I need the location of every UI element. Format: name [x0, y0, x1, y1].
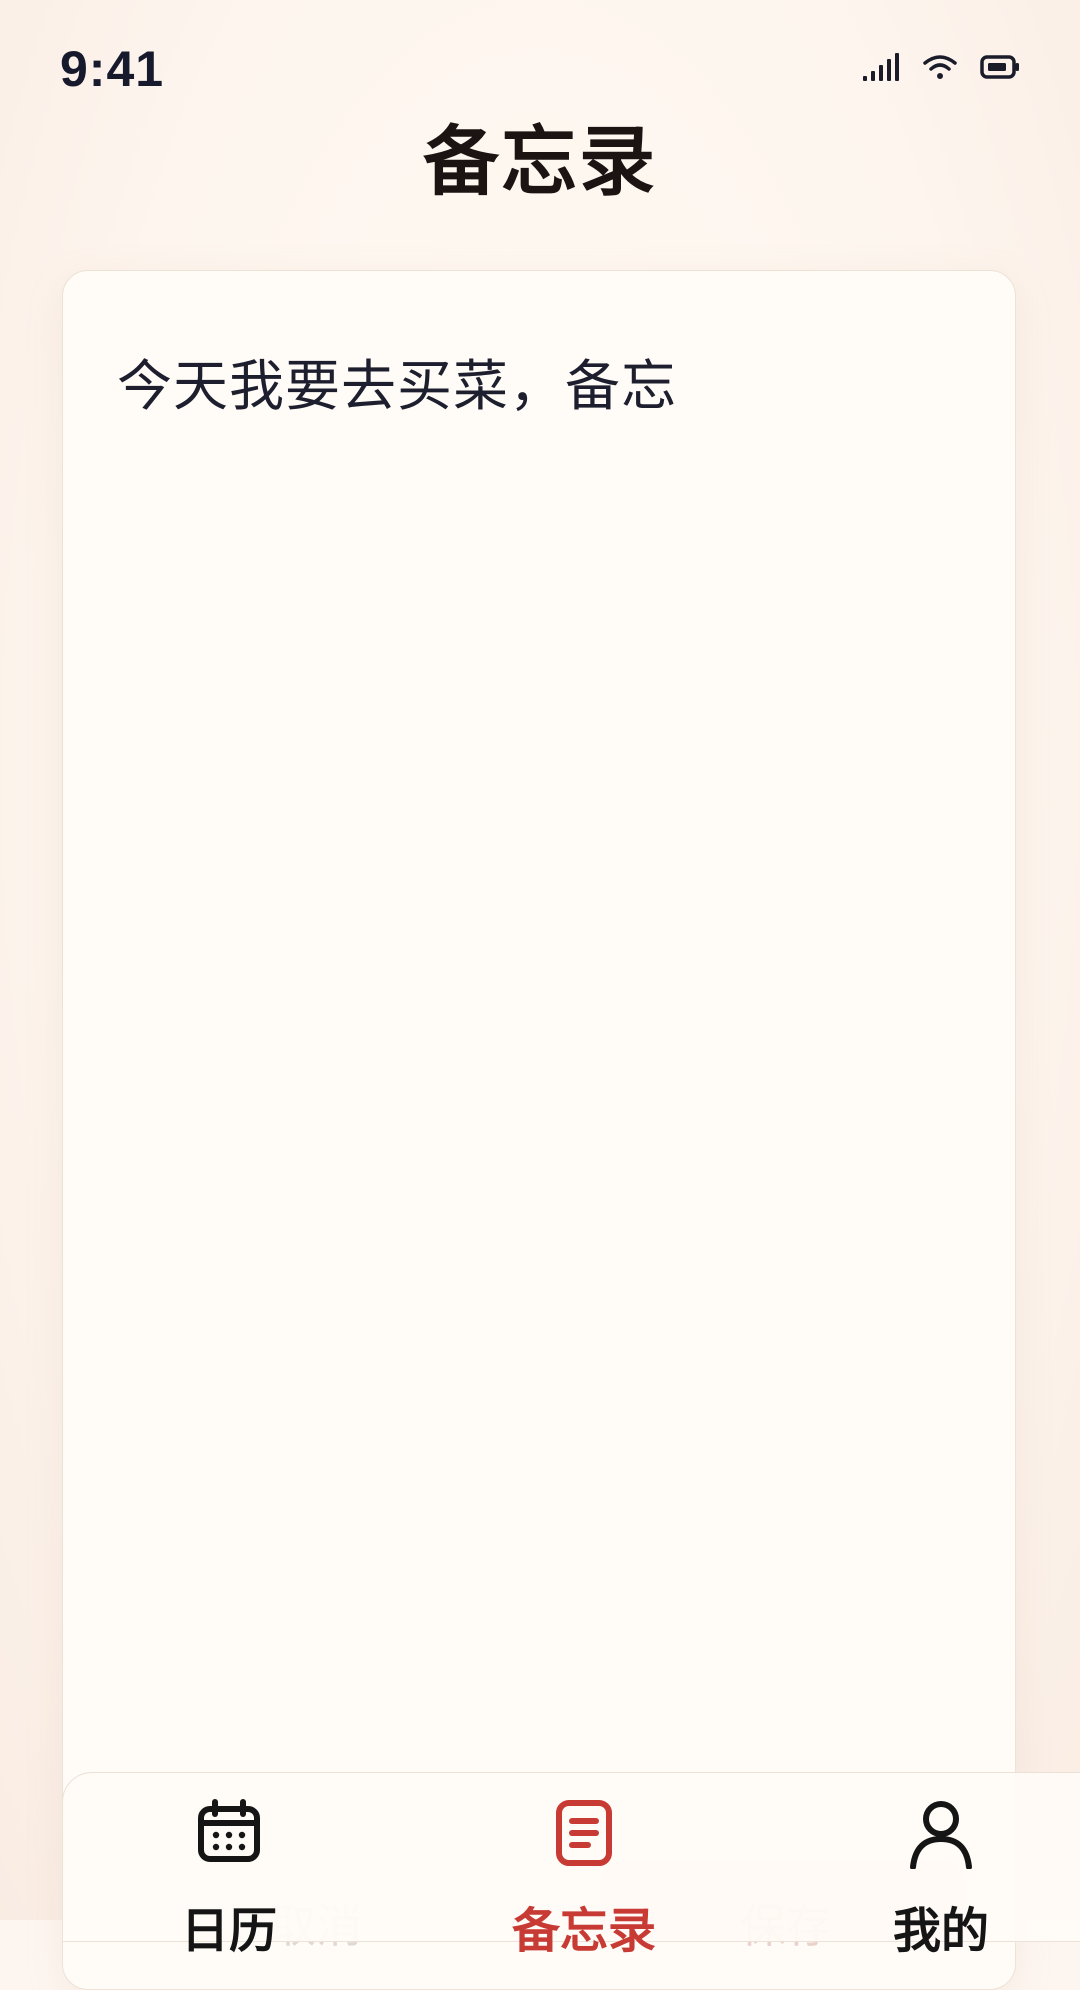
tab-calendar-label: 日历: [180, 1903, 277, 1959]
memo-editor[interactable]: 今天我要去买菜，备忘: [62, 270, 1016, 1990]
tab-memo[interactable]: 备忘录: [484, 1773, 684, 1959]
battery-icon: [980, 54, 1020, 80]
cellular-signal-icon: [862, 52, 900, 82]
tab-mine-label: 我的: [892, 1903, 989, 1959]
tab-mine[interactable]: 我的: [841, 1773, 1041, 1959]
status-icons: [862, 52, 1020, 82]
calendar-icon: [196, 1799, 262, 1869]
tab-bar: 日历 备忘录 我的: [62, 1772, 1080, 1959]
tab-memo-label: 备忘录: [511, 1903, 656, 1959]
page-title: 备忘录: [423, 117, 657, 206]
user-icon: [908, 1799, 974, 1873]
wifi-icon: [922, 53, 958, 81]
memo-icon: [554, 1799, 614, 1871]
status-time: 9:41: [60, 41, 165, 97]
memo-text[interactable]: 今天我要去买菜，备忘: [117, 341, 677, 421]
tab-calendar[interactable]: 日历: [129, 1773, 329, 1959]
